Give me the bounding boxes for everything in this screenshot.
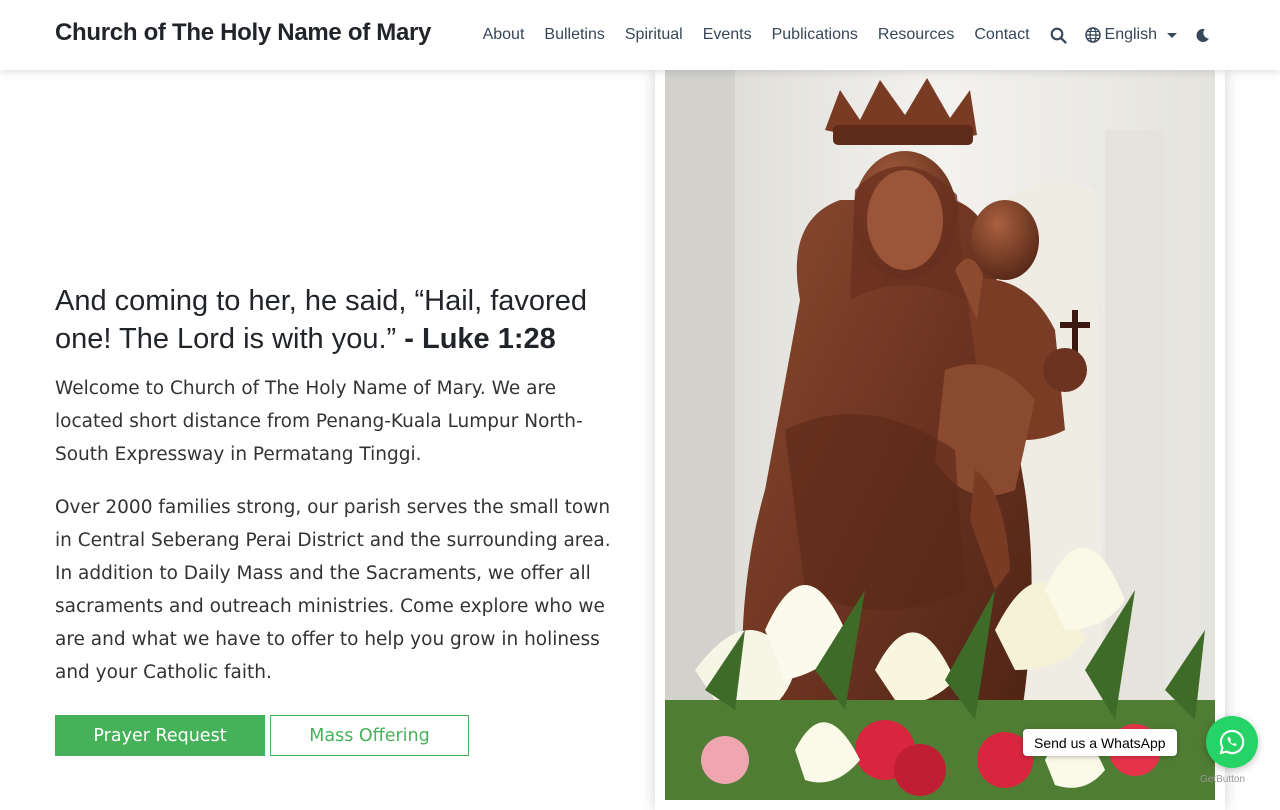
hero-text: And coming to her, he said, “Hail, favor… bbox=[55, 282, 620, 689]
about-paragraph: Over 2000 families strong, our parish se… bbox=[55, 497, 611, 683]
intro-church-name: Church of The Holy Name of Mary bbox=[169, 378, 480, 399]
nav-contact[interactable]: Contact bbox=[964, 26, 1039, 44]
mass-offering-button[interactable]: Mass Offering bbox=[270, 715, 469, 756]
moon-icon bbox=[1196, 28, 1209, 42]
quote-reference: - Luke 1:28 bbox=[404, 323, 556, 355]
nav-resources[interactable]: Resources bbox=[868, 26, 964, 44]
theme-toggle[interactable] bbox=[1185, 28, 1220, 43]
hero-buttons: Prayer Request Mass Offering bbox=[55, 715, 469, 756]
language-dropdown[interactable]: English bbox=[1077, 26, 1185, 44]
globe-icon bbox=[1084, 27, 1101, 43]
getbutton-credit[interactable]: GetButton bbox=[1200, 774, 1245, 785]
prayer-request-button[interactable]: Prayer Request bbox=[55, 715, 265, 756]
nav-spiritual[interactable]: Spiritual bbox=[615, 26, 693, 44]
statue-image bbox=[665, 70, 1215, 800]
nav-publications[interactable]: Publications bbox=[762, 26, 868, 44]
search-icon bbox=[1050, 27, 1067, 44]
intro-paragraph: Welcome to Church of The Holy Name of Ma… bbox=[55, 372, 620, 471]
whatsapp-icon bbox=[1219, 729, 1245, 755]
nav-bulletins[interactable]: Bulletins bbox=[534, 26, 614, 44]
intro-prefix: Welcome to bbox=[55, 378, 170, 399]
statue-illustration bbox=[665, 70, 1215, 800]
whatsapp-button[interactable] bbox=[1206, 716, 1258, 768]
chevron-down-icon bbox=[1167, 32, 1177, 38]
hero-quote: And coming to her, he said, “Hail, favor… bbox=[55, 282, 620, 358]
site-header: Church of The Holy Name of Mary About Bu… bbox=[0, 0, 1280, 70]
language-label: English bbox=[1104, 26, 1157, 43]
whatsapp-label[interactable]: Send us a WhatsApp bbox=[1023, 729, 1177, 756]
nav-about[interactable]: About bbox=[473, 26, 535, 44]
nav-events[interactable]: Events bbox=[693, 26, 762, 44]
site-brand[interactable]: Church of The Holy Name of Mary bbox=[55, 19, 431, 47]
search-button[interactable] bbox=[1040, 27, 1077, 44]
hero-image-card bbox=[655, 70, 1225, 810]
main-nav: About Bulletins Spiritual Events Publica… bbox=[473, 0, 1220, 70]
